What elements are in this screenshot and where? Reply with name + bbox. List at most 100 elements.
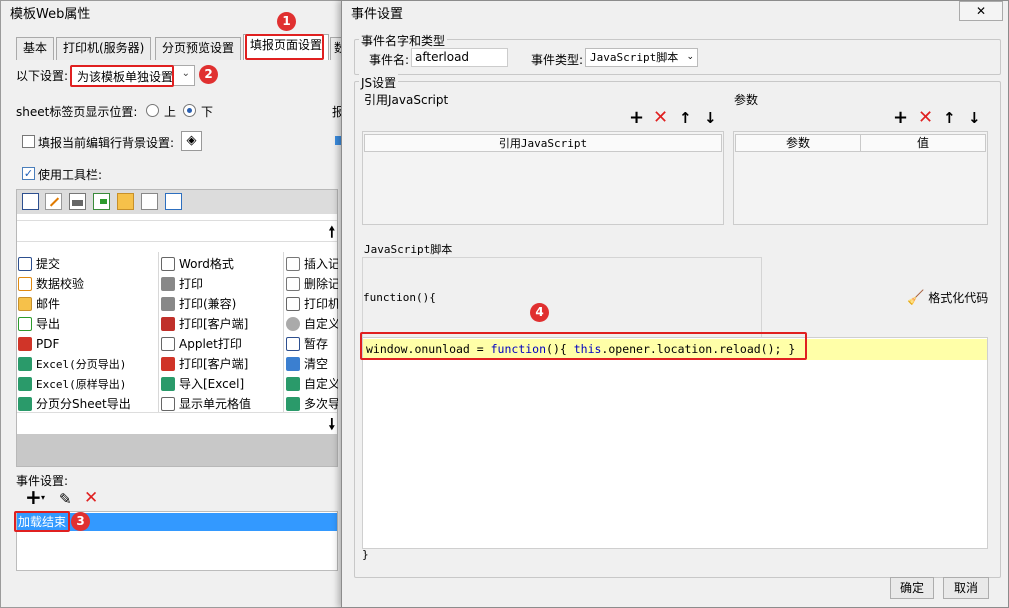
toolbar-item-label: 邮件 [36, 297, 61, 311]
toolbar-item-applet-print[interactable]: Applet打印 [161, 334, 283, 354]
format-code-button[interactable]: 🧹 格式化代码 [907, 289, 988, 307]
toolbar-item-label: Excel(分页导出) [36, 358, 127, 371]
toolbar-item-label: 打印[客户端] [179, 357, 249, 371]
value-column-header: 值 [860, 134, 986, 152]
toolbar-item-label: 打印(兼容) [179, 297, 237, 311]
event-type-label: 事件类型: [531, 53, 584, 67]
mail-icon[interactable] [117, 193, 134, 210]
paint-bucket-icon[interactable]: ◈ [181, 131, 202, 151]
toolbar-item-label: 分页分Sheet导出 [36, 397, 131, 411]
add-event-icon[interactable]: + [25, 487, 42, 507]
toolbar-item-submit[interactable]: 提交 [18, 254, 158, 274]
mail-icon [18, 297, 32, 311]
event-name-input[interactable]: afterload [411, 48, 508, 67]
event-name-type-group: 事件名字和类型 事件名: afterload 事件类型: JavaScript脚… [354, 32, 1001, 75]
toolbar-item-pdf[interactable]: PDF [18, 334, 158, 354]
cell-icon [161, 397, 175, 411]
cancel-button[interactable]: 取消 [943, 577, 989, 599]
excel-icon [18, 397, 32, 411]
toolbar-item-stash[interactable]: 暂存 [286, 334, 338, 354]
toolbar-item-custom-1[interactable]: 自定义 [286, 314, 338, 334]
toolbar-item-custom-2[interactable]: 自定义 [286, 374, 338, 394]
params-table[interactable]: 参数 值 [733, 131, 988, 225]
arrow-up-icon[interactable]: ↑ [943, 109, 956, 127]
toolbar-item-print[interactable]: 打印 [161, 274, 283, 294]
toolbar-item-row: Excel(分页导出) 打印[客户端] 清空 [18, 354, 338, 374]
toolbar-item-word[interactable]: Word格式 [161, 254, 283, 274]
toolbar-item-label: 自定义 [304, 317, 338, 331]
toolbar-item-insert-row[interactable]: 插入记 [286, 254, 338, 274]
toolbar-item-printer[interactable]: 打印机 [286, 294, 338, 314]
event-type-select[interactable]: JavaScript脚本 ⌄ [585, 48, 698, 67]
function-open-text: function(){ [363, 291, 436, 304]
excel-icon [286, 377, 300, 391]
toolbar-item-print-compat[interactable]: 打印(兼容) [161, 294, 283, 314]
chevron-down-icon[interactable]: ▾ [41, 493, 45, 502]
edit-row-bg-label: 填报当前编辑行背景设置: [38, 136, 175, 150]
toolbar-item-multi-import[interactable]: 多次导 [286, 394, 338, 414]
print-icon[interactable] [69, 193, 86, 210]
delete-icon[interactable]: ✕ [84, 488, 98, 508]
applet-icon [161, 337, 175, 351]
ref-js-label: 引用JavaScript [364, 93, 449, 107]
toolbar-item-show-cell-value[interactable]: 显示单元格值 [161, 394, 283, 414]
toolbar-item-print-client-2[interactable]: 打印[客户端] [161, 354, 283, 374]
toolbar-item-import-excel[interactable]: 导入[Excel] [161, 374, 283, 394]
pdf-icon [18, 337, 32, 351]
arrow-down-icon[interactable]: ↓ [704, 109, 717, 127]
toolbar-item-label: PDF [36, 337, 60, 351]
arrow-up-icon[interactable]: 🠕 [329, 222, 335, 247]
toolbar-item-verify[interactable]: 数据校验 [18, 274, 158, 294]
add-icon[interactable]: + [893, 109, 908, 127]
save-icon[interactable] [22, 193, 39, 210]
close-icon[interactable]: ✕ [959, 1, 1003, 21]
ok-button[interactable]: 确定 [890, 577, 934, 599]
tab-printer-server[interactable]: 打印机(服务器) [56, 37, 152, 60]
row-insert-icon[interactable] [141, 193, 158, 210]
code-editor[interactable]: window.onunload = function(){ this.opene… [362, 337, 988, 549]
broom-icon: 🧹 [907, 290, 925, 306]
gear-icon [286, 317, 300, 331]
toolbar-empty-area [17, 434, 337, 466]
window-icon[interactable] [165, 193, 182, 210]
delete-icon[interactable]: ✕ [653, 109, 668, 127]
edit-pencil-icon[interactable]: ✎ [59, 490, 72, 508]
add-icon[interactable]: + [629, 109, 644, 127]
tab-page-preview[interactable]: 分页预览设置 [155, 37, 242, 60]
chevron-down-icon: ⌄ [181, 68, 190, 79]
toolbar-item-mail[interactable]: 邮件 [18, 294, 158, 314]
toolbar-item-row: PDF Applet打印 暂存 [18, 334, 338, 354]
excel-icon [18, 357, 32, 371]
tab-basic[interactable]: 基本 [16, 37, 55, 60]
save-icon [286, 337, 300, 351]
event-settings-dialog: 事件设置 ✕ 事件名字和类型 事件名: afterload 事件类型: Java… [341, 0, 1009, 608]
annotation-box-1 [245, 34, 324, 60]
ref-js-table[interactable]: 引用JavaScript [362, 131, 724, 225]
toolbar-item-delete-row[interactable]: 删除记 [286, 274, 338, 294]
ref-js-header-text: 引用JavaScript [498, 137, 588, 150]
toolbar-item-clear[interactable]: 清空 [286, 354, 338, 374]
radio-top[interactable] [146, 104, 159, 117]
arrow-down-icon[interactable]: ↓ [968, 109, 981, 127]
toolbar-item-row: Excel(原样导出) 导入[Excel] 自定义 [18, 374, 338, 394]
edit-row-bg-checkbox[interactable] [22, 135, 35, 148]
verify-icon[interactable] [45, 193, 62, 210]
setting-label: 以下设置: [16, 69, 69, 83]
js-script-label: JavaScript脚本 [364, 243, 453, 256]
export-icon[interactable] [93, 193, 110, 210]
radio-bottom[interactable] [183, 104, 196, 117]
verify-icon [18, 277, 32, 291]
pdf-icon [161, 317, 175, 331]
delete-icon[interactable]: ✕ [918, 109, 933, 127]
toolbar-item-excel-page[interactable]: Excel(分页导出) [18, 354, 158, 374]
toolbar-item-export[interactable]: 导出 [18, 314, 158, 334]
use-toolbar-checkbox[interactable]: ✓ [22, 167, 35, 180]
toolbar-item-excel-original[interactable]: Excel(原样导出) [18, 374, 158, 394]
chevron-down-icon: ⌄ [686, 52, 694, 62]
ref-js-column-header: 引用JavaScript [364, 134, 722, 152]
toolbar-item-sheet-export[interactable]: 分页分Sheet导出 [18, 394, 158, 414]
arrow-up-icon[interactable]: ↑ [679, 109, 692, 127]
toolbar-item-label: 删除记 [304, 277, 338, 291]
toolbar-item-print-client[interactable]: 打印[客户端] [161, 314, 283, 334]
annotation-badge-2: 2 [199, 65, 218, 84]
